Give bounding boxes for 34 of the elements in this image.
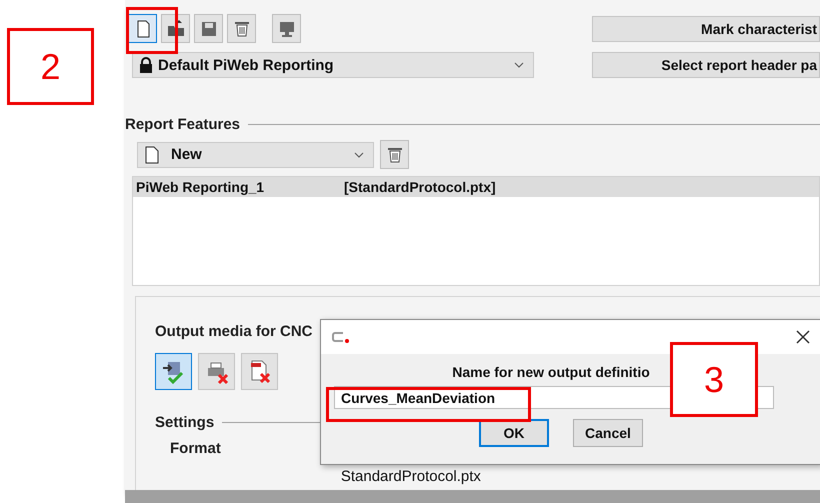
save-button[interactable] bbox=[194, 14, 223, 43]
step-callout: 2 bbox=[7, 28, 94, 105]
delete-button[interactable] bbox=[380, 140, 409, 169]
list-cell-text: PiWeb Reporting_1 bbox=[135, 179, 266, 195]
folder-icon bbox=[166, 18, 186, 38]
document-icon bbox=[144, 146, 160, 164]
pdf-output-button[interactable] bbox=[241, 353, 278, 390]
open-button[interactable] bbox=[161, 14, 190, 43]
caret-icon bbox=[353, 150, 365, 158]
cancel-button[interactable]: Cancel bbox=[573, 419, 643, 447]
list-cell-text: [StandardProtocol.ptx] bbox=[343, 179, 496, 195]
step-callout: 3 bbox=[670, 342, 758, 417]
format-value: StandardProtocol.ptx bbox=[340, 468, 481, 485]
dialog-prompt: Name for new output definitio bbox=[452, 364, 650, 380]
template-dropdown[interactable]: Default PiWeb Reporting bbox=[132, 52, 534, 78]
file-output-button[interactable] bbox=[155, 353, 192, 390]
list-row[interactable]: PiWeb Reporting_1 [StandardProtocol.ptx] bbox=[133, 177, 819, 197]
app-logo-icon bbox=[331, 331, 351, 343]
highlight-frame bbox=[126, 7, 178, 54]
group-label: Settings bbox=[155, 414, 214, 430]
new-button[interactable] bbox=[128, 14, 157, 43]
ok-button[interactable]: OK bbox=[479, 419, 549, 447]
feature-dropdown[interactable]: New bbox=[137, 142, 374, 168]
format-label: Format bbox=[170, 440, 221, 459]
section-label: Output media for CNC bbox=[155, 323, 312, 340]
screen-button[interactable] bbox=[272, 14, 301, 43]
delete-button[interactable] bbox=[227, 14, 256, 43]
close-button[interactable] bbox=[795, 329, 811, 345]
side-button[interactable]: Mark characterist bbox=[592, 16, 820, 42]
close-icon bbox=[795, 329, 811, 345]
printer-output-button[interactable] bbox=[198, 353, 235, 390]
side-button[interactable]: Select report header pa bbox=[592, 52, 820, 78]
caret-icon bbox=[513, 61, 525, 69]
group-label: Report Features bbox=[125, 116, 240, 132]
